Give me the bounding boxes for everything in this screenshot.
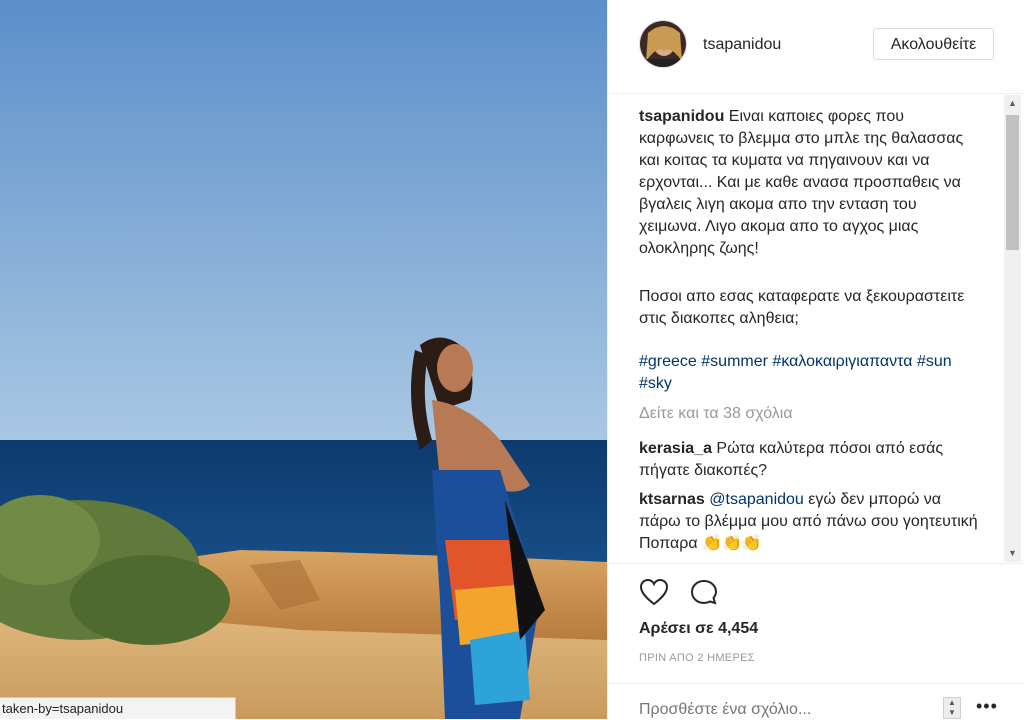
comment-username[interactable]: ktsarnas — [639, 491, 705, 508]
likes-count[interactable]: Αρέσει σε 4,454 — [639, 620, 758, 638]
divider — [608, 683, 1024, 684]
caption-text: Ειναι καποιες φορες που καρφωνεις το βλε… — [639, 108, 964, 257]
follow-button[interactable]: Ακολουθείτε — [873, 28, 994, 60]
ellipsis-icon[interactable]: ••• — [976, 696, 998, 717]
status-bar-url: taken-by=tsapanidou — [0, 697, 236, 719]
hashtag-link[interactable]: #sun — [917, 353, 952, 370]
comments-scrollbar[interactable]: ▲ ▼ — [1004, 95, 1021, 562]
post-timestamp: ΠΡΙΝ ΑΠΟ 2 ΗΜΕΡΕΣ — [639, 652, 755, 664]
scrollbar-thumb[interactable] — [1006, 115, 1019, 250]
caption-hashtags: #greece #summer #καλοκαιριγιαπαντα #sun … — [639, 351, 979, 395]
divider — [608, 563, 1024, 564]
comment-mention[interactable]: @tsapanidou — [709, 491, 804, 508]
comment-username[interactable]: kerasia_a — [639, 440, 712, 457]
comment-item: kerasia_a Ρώτα καλύτερα πόσοι από εσάς π… — [639, 438, 979, 482]
add-comment-input[interactable] — [639, 700, 929, 720]
beach-photo-image — [0, 0, 607, 719]
hashtag-link[interactable]: #greece — [639, 353, 697, 370]
caption-text-2: Ποσοι απο εσας καταφερατε να ξεκουραστει… — [639, 288, 965, 327]
avatar-image — [640, 21, 686, 67]
comments-list: tsapanidou Ειναι καποιες φορες που καρφω… — [608, 94, 1003, 561]
comment-item: ktsarnas @tsapanidou εγώ δεν μπορώ να πά… — [639, 489, 979, 555]
caption-username[interactable]: tsapanidou — [639, 108, 724, 125]
post-header: tsapanidou Ακολουθείτε — [608, 0, 1024, 94]
like-heart-icon[interactable] — [639, 578, 669, 611]
scroll-down-arrow-icon[interactable]: ▼ — [1004, 545, 1021, 562]
comment-bubble-icon[interactable] — [689, 578, 719, 611]
post-photo[interactable] — [0, 0, 607, 719]
avatar[interactable] — [639, 20, 687, 68]
header-username[interactable]: tsapanidou — [703, 36, 781, 54]
scroll-up-arrow-icon[interactable]: ▲ — [1004, 95, 1021, 112]
caption: tsapanidou Ειναι καποιες φορες που καρφω… — [639, 106, 979, 260]
hashtag-link[interactable]: #summer — [701, 353, 768, 370]
hashtag-link[interactable]: #sky — [639, 375, 672, 392]
hashtag-link[interactable]: #καλοκαιριγιαπαντα — [772, 353, 912, 370]
post-side-panel: tsapanidou Ακολουθείτε tsapanidou Ειναι … — [607, 0, 1024, 720]
textarea-resize-stepper[interactable]: ▲ ▼ — [943, 697, 961, 719]
view-all-comments-link[interactable]: Δείτε και τα 38 σχόλια — [639, 405, 793, 423]
